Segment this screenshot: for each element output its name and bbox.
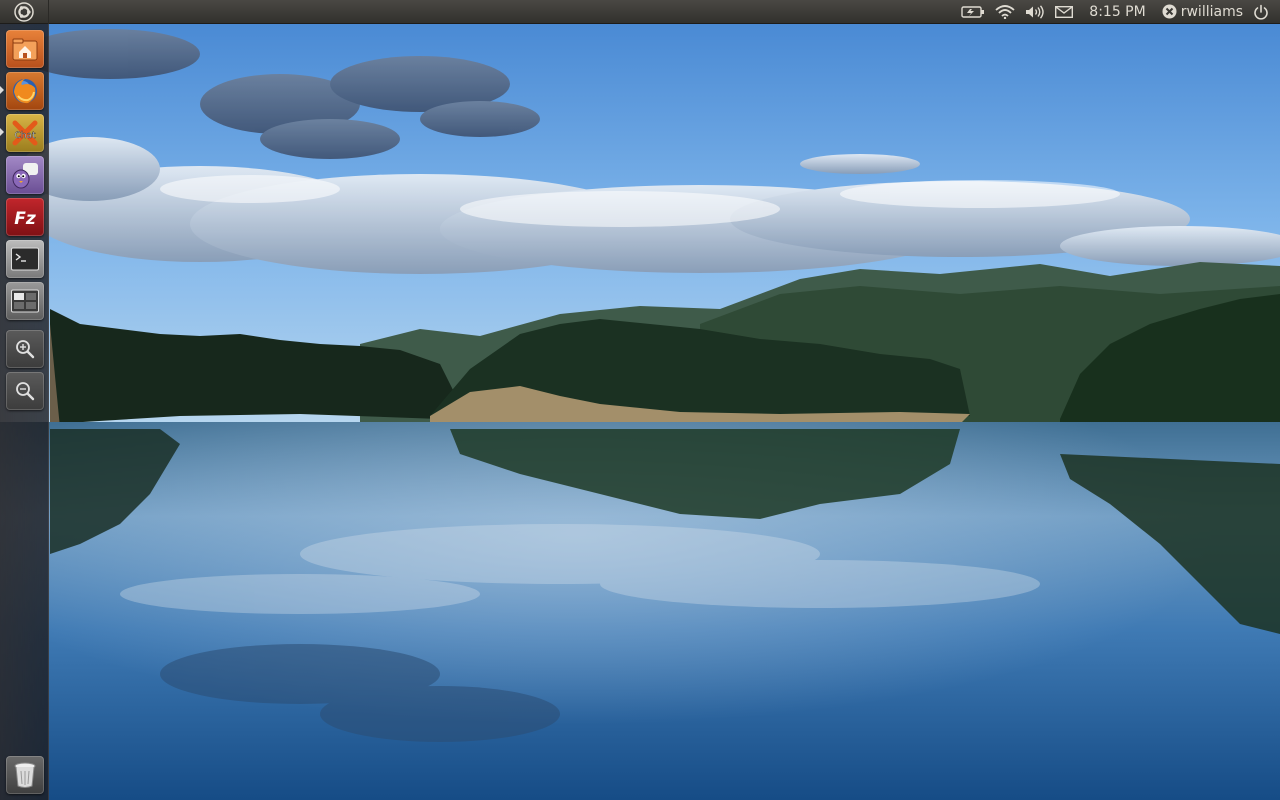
launcher-item-workspace-switcher[interactable] (6, 282, 44, 320)
zoom-out-icon (16, 382, 35, 401)
terminal-icon (11, 247, 39, 271)
zoom-in-icon (16, 340, 35, 359)
launcher-item-trash[interactable] (6, 756, 44, 794)
firefox-icon (13, 79, 37, 104)
xchat-icon: Chat (12, 120, 38, 146)
launcher-item-pidgin[interactable] (6, 156, 44, 194)
ubuntu-logo-icon (14, 1, 34, 22)
workspace-switcher-icon (11, 289, 39, 313)
indicator-area: 8:15 PM rwilliams (956, 0, 1280, 24)
launcher-item-firefox[interactable] (6, 72, 44, 110)
svg-text:Fz: Fz (14, 209, 36, 229)
user-status-icon (1162, 4, 1177, 19)
running-indicator (0, 86, 4, 94)
launcher-item-zoom-in[interactable] (6, 330, 44, 368)
home-folder-icon (12, 38, 38, 61)
pidgin-icon (12, 163, 38, 189)
user-indicator[interactable]: rwilliams (1157, 0, 1248, 24)
network-indicator[interactable] (990, 0, 1020, 24)
running-indicator (0, 128, 4, 136)
clock-label: 8:15 PM (1089, 3, 1146, 20)
wifi-icon (995, 4, 1015, 19)
volume-icon (1026, 4, 1044, 19)
session-indicator[interactable] (1248, 0, 1274, 24)
top-panel: 8:15 PM rwilliams (0, 0, 1280, 24)
filezilla-icon: Fz (14, 209, 36, 229)
mail-icon (1055, 5, 1074, 18)
launcher: Chat Fz (0, 24, 49, 800)
sound-indicator[interactable] (1020, 0, 1050, 24)
power-icon (1254, 4, 1268, 20)
launcher-item-filezilla[interactable]: Fz (6, 198, 44, 236)
battery-icon (961, 5, 985, 18)
svg-text:Chat: Chat (14, 131, 36, 141)
messaging-indicator[interactable] (1050, 0, 1078, 24)
launcher-item-zoom-out[interactable] (6, 372, 44, 410)
launcher-item-home-folder[interactable] (6, 30, 44, 68)
battery-indicator[interactable] (956, 0, 990, 24)
trash-icon (14, 762, 36, 788)
launcher-item-terminal[interactable] (6, 240, 44, 278)
user-name-label: rwilliams (1180, 3, 1243, 20)
desktop-wallpaper (0, 24, 1280, 800)
clock-indicator[interactable]: 8:15 PM (1078, 0, 1156, 24)
launcher-item-xchat[interactable]: Chat (6, 114, 44, 152)
dash-home-button[interactable] (0, 0, 49, 24)
